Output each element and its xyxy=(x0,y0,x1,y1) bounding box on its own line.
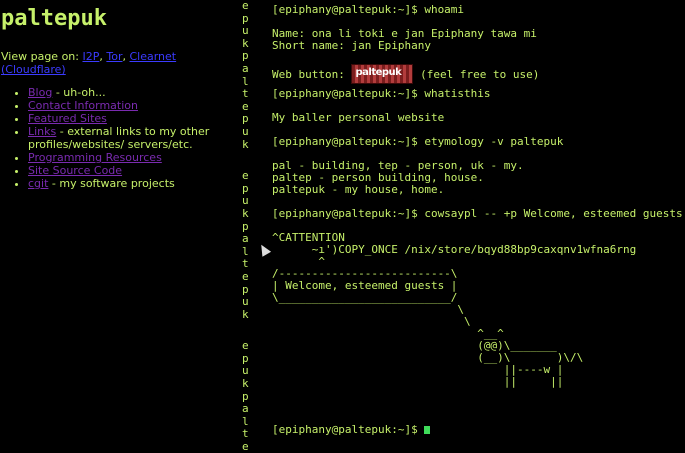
site-source-code-link[interactable]: Site Source Code xyxy=(28,164,122,177)
vertical-char: k xyxy=(242,36,249,50)
vertical-char: e xyxy=(242,99,249,113)
sidebar: paltepuk View page on: I2P, Tor, Clearne… xyxy=(0,0,236,448)
terminal-prompt[interactable]: [epiphany@paltepuk:~]$ xyxy=(272,424,682,436)
list-item: Links - external links to my other profi… xyxy=(28,125,234,151)
cgit-link[interactable]: cgit xyxy=(28,177,48,190)
vertical-char: p xyxy=(242,219,249,233)
vertical-char: e xyxy=(242,0,249,12)
vertical-char: p xyxy=(242,11,249,25)
vertical-char: a xyxy=(242,402,249,416)
vertical-char: p xyxy=(242,351,249,365)
i2p-link[interactable]: I2P xyxy=(82,50,99,63)
vertical-char: k xyxy=(242,137,249,151)
vertical-char: t xyxy=(242,257,249,271)
terminal-line: Short name: jan Epiphany xyxy=(272,39,431,52)
cursor-icon xyxy=(424,426,431,434)
contact-link[interactable]: Contact Information xyxy=(28,99,138,112)
list-item: Blog - uh-oh... xyxy=(28,86,234,99)
vertical-char: t xyxy=(242,427,249,441)
vertical-char: k xyxy=(242,206,249,220)
vertical-char: u xyxy=(242,364,249,378)
mouse-pointer-icon xyxy=(256,242,272,257)
list-item: Programming Resources xyxy=(28,151,234,164)
terminal-line: || || xyxy=(272,375,564,388)
vertical-char: e xyxy=(242,440,249,453)
vertical-char: e xyxy=(242,169,249,183)
tor-link[interactable]: Tor xyxy=(106,50,122,63)
featured-sites-link[interactable]: Featured Sites xyxy=(28,112,107,125)
vertical-char: l xyxy=(242,74,249,88)
vertical-char: k xyxy=(242,377,249,390)
terminal-line: [epiphany@paltepuk:~]$ whatisthis xyxy=(272,87,491,100)
terminal-line: [epiphany@paltepuk:~]$ whoami xyxy=(272,3,465,16)
terminal-line: ~ı')COPY_ONCE /nix/store/bqyd88bp9caxqnv… xyxy=(272,243,637,256)
terminal-line: Web button: paltepuk (feel free to use) xyxy=(272,64,682,84)
vertical-char: a xyxy=(242,232,249,246)
vertical-char: u xyxy=(242,194,249,208)
vertical-char: l xyxy=(242,414,249,428)
site-title: paltepuk xyxy=(1,6,107,31)
vertical-char: k xyxy=(242,307,249,321)
vertical-char: p xyxy=(242,49,249,63)
terminal-output: [epiphany@paltepuk:~]$ whoami Name: ona l… xyxy=(272,3,683,436)
terminal-line: My baller personal website xyxy=(272,111,445,124)
web-button-image: paltepuk xyxy=(351,64,414,84)
vertical-char: u xyxy=(242,125,249,138)
vertical-char: p xyxy=(242,112,249,126)
programming-resources-link[interactable]: Programming Resources xyxy=(28,151,162,164)
vertical-char: u xyxy=(242,295,249,309)
vertical-char: e xyxy=(242,269,249,283)
links-link[interactable]: Links xyxy=(28,125,56,138)
view-page-on: View page on: I2P, Tor, Clearnet (Cloudf… xyxy=(1,50,177,76)
list-item: Featured Sites xyxy=(28,112,234,125)
vertical-char: a xyxy=(242,62,249,75)
vertical-char: l xyxy=(242,244,249,258)
vertical-char: e xyxy=(242,339,249,353)
vertical-char: u xyxy=(242,24,249,38)
terminal-line: [epiphany@paltepuk:~]$ cowsaypl -- +p We… xyxy=(272,207,683,220)
blog-link[interactable]: Blog xyxy=(28,86,52,99)
list-item: Contact Information xyxy=(28,99,234,112)
vertical-char: t xyxy=(242,87,249,101)
vertical-char: p xyxy=(242,181,249,195)
web-button-suffix: (feel free to use) xyxy=(413,68,540,81)
list-item: Site Source Code xyxy=(28,164,234,177)
view-on-label: View page on: xyxy=(1,50,83,63)
terminal-line: [epiphany@paltepuk:~]$ etymology -v palt… xyxy=(272,135,564,148)
list-item: cgit - my software projects xyxy=(28,177,234,190)
vertical-char: p xyxy=(242,389,249,403)
vertical-char: p xyxy=(242,282,249,296)
terminal-line: paltepuk - my house, home. xyxy=(272,183,445,196)
web-button-label: Web button: xyxy=(272,68,352,81)
nav-list: Blog - uh-oh... Contact Information Feat… xyxy=(0,86,234,190)
